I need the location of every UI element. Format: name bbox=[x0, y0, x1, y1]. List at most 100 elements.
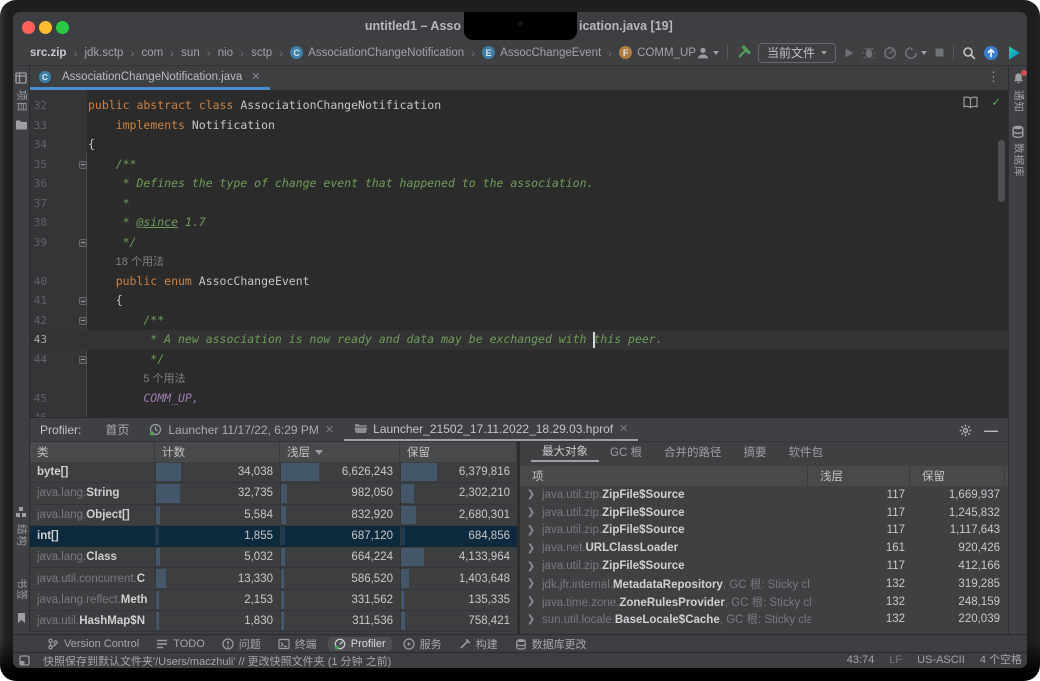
close-tab-icon[interactable]: ✕ bbox=[619, 422, 628, 435]
tab-options-icon[interactable]: ⋮ bbox=[987, 69, 1000, 85]
breadcrumb-item[interactable]: com bbox=[141, 47, 163, 59]
expand-chevron-icon[interactable]: ❯ bbox=[520, 596, 542, 607]
expand-chevron-icon[interactable]: ❯ bbox=[520, 578, 542, 589]
toolbar-item-version-control[interactable]: Version Control bbox=[41, 637, 145, 651]
object-table-row[interactable]: ❯java.time.zone.ZoneRulesProvider, GC 根:… bbox=[520, 593, 1008, 611]
toolbar-item-数据库更改[interactable]: 数据库更改 bbox=[509, 635, 593, 653]
column-header[interactable]: 浅层 bbox=[808, 466, 910, 486]
editor-scrollbar[interactable] bbox=[998, 140, 1005, 202]
sidebar-item-database[interactable]: 数据库 bbox=[1013, 143, 1024, 178]
breadcrumb-item[interactable]: src.zip bbox=[30, 47, 66, 59]
toolwindow-switcher-icon[interactable] bbox=[19, 655, 30, 666]
class-table-row[interactable]: int[]1,855687,120684,856 bbox=[30, 526, 517, 547]
toolbar-item-问题[interactable]: 问题 bbox=[216, 635, 267, 653]
expand-chevron-icon[interactable]: ❯ bbox=[520, 525, 542, 536]
code-with-me-icon[interactable] bbox=[1006, 45, 1022, 61]
expand-chevron-icon[interactable]: ❯ bbox=[520, 507, 542, 518]
hide-panel-icon[interactable]: — bbox=[984, 425, 998, 435]
bookmark-icon[interactable] bbox=[16, 612, 27, 624]
class-table-row[interactable]: byte[]34,0386,626,2436,379,816 bbox=[30, 462, 517, 483]
class-table-row[interactable]: java.util.concurrent.C13,330586,5201,403… bbox=[30, 568, 517, 589]
fold-marker-icon[interactable] bbox=[79, 297, 87, 305]
detail-tab[interactable]: 最大对象 bbox=[531, 442, 599, 462]
profiler-tab-home[interactable]: 首页 bbox=[95, 418, 139, 441]
fold-marker-icon[interactable] bbox=[79, 161, 87, 169]
column-header[interactable]: 保留 bbox=[910, 466, 1005, 486]
column-header[interactable]: 浅层 bbox=[280, 442, 400, 462]
debug-button[interactable] bbox=[862, 46, 876, 60]
object-table-row[interactable]: ❯java.util.zip.ZipFile$Source1171,117,64… bbox=[520, 522, 1008, 540]
sidebar-item-bookmarks[interactable]: 书签 bbox=[16, 578, 27, 601]
project-tab-icon[interactable] bbox=[15, 72, 27, 84]
class-table-row[interactable]: java.lang.reflect.Meth2,153331,562135,33… bbox=[30, 590, 517, 611]
expand-chevron-icon[interactable]: ❯ bbox=[520, 561, 542, 572]
object-table-row[interactable]: ❯java.util.zip.ZipFile$Source1171,669,93… bbox=[520, 486, 1008, 504]
run-configuration-select[interactable]: 当前文件 bbox=[758, 43, 836, 63]
object-table-row[interactable]: ❯java.util.zip.ZipFile$Source117412,166 bbox=[520, 557, 1008, 575]
breadcrumb-item[interactable]: CAssociationChangeNotification bbox=[290, 46, 464, 59]
run-button[interactable] bbox=[843, 47, 855, 59]
usages-inlay-hint[interactable]: 18 个用法 bbox=[116, 256, 164, 268]
fold-marker-icon[interactable] bbox=[79, 239, 87, 247]
sidebar-item-notifications[interactable]: 通知 bbox=[1013, 90, 1024, 113]
profiler-tab-hprof[interactable]: Launcher_21502_17.11.2022_18.29.03.hprof… bbox=[344, 418, 638, 441]
notifications-bell-icon[interactable] bbox=[1012, 72, 1025, 85]
database-icon[interactable] bbox=[1012, 125, 1024, 138]
column-header[interactable]: 项 bbox=[520, 466, 808, 486]
file-encoding[interactable]: US-ASCII bbox=[917, 653, 965, 669]
object-table-row[interactable]: ❯java.net.URLClassLoader161920,426 bbox=[520, 539, 1008, 557]
close-window-button[interactable] bbox=[22, 21, 35, 34]
zoom-window-button[interactable] bbox=[56, 21, 69, 34]
expand-chevron-icon[interactable]: ❯ bbox=[520, 614, 542, 625]
detail-tab[interactable]: 合并的路径 bbox=[653, 442, 733, 462]
sidebar-item-project[interactable]: 项目 bbox=[16, 90, 27, 113]
fold-marker-icon[interactable] bbox=[79, 317, 87, 325]
class-table-row[interactable]: java.lang.Object[]5,584832,9202,680,301 bbox=[30, 505, 517, 526]
column-header[interactable]: 计数 bbox=[155, 442, 280, 462]
user-profile-icon[interactable] bbox=[696, 46, 719, 60]
stop-button[interactable] bbox=[934, 47, 945, 58]
editor-tab[interactable]: C AssociationChangeNotification.java ✕ bbox=[30, 66, 270, 90]
close-tab-icon[interactable]: ✕ bbox=[251, 70, 260, 83]
line-separator[interactable]: LF bbox=[889, 653, 902, 669]
class-table-row[interactable]: java.util.HashMap$N1,830311,536758,421 bbox=[30, 611, 517, 632]
detail-tab[interactable]: 软件包 bbox=[777, 442, 834, 462]
profiler-settings-icon[interactable] bbox=[959, 424, 972, 437]
search-everywhere-icon[interactable] bbox=[962, 46, 976, 60]
class-table-row[interactable]: java.lang.Class5,032664,2244,133,964 bbox=[30, 547, 517, 568]
minimize-window-button[interactable] bbox=[39, 21, 52, 34]
build-hammer-icon[interactable] bbox=[736, 45, 751, 60]
detail-tab[interactable]: GC 根 bbox=[599, 442, 653, 462]
breadcrumb-item[interactable]: jdk.sctp bbox=[84, 47, 123, 59]
toolbar-item-终端[interactable]: 终端 bbox=[272, 635, 323, 653]
structure-icon[interactable] bbox=[15, 506, 27, 518]
expand-chevron-icon[interactable]: ❯ bbox=[520, 543, 542, 554]
fold-marker-icon[interactable] bbox=[79, 356, 87, 364]
indent-style[interactable]: 4 个空格 bbox=[980, 653, 1022, 669]
detail-tab[interactable]: 摘要 bbox=[732, 442, 777, 462]
profiler-tab-launcher[interactable]: Launcher 11/17/22, 6:29 PM ✕ bbox=[139, 418, 344, 441]
object-table-row[interactable]: ❯jdk.jfr.internal.MetadataRepository, GC… bbox=[520, 575, 1008, 593]
toolbar-item-服务[interactable]: 服务 bbox=[397, 635, 448, 653]
close-tab-icon[interactable]: ✕ bbox=[325, 423, 334, 436]
breadcrumb-item[interactable]: nio bbox=[218, 47, 233, 59]
column-header[interactable]: 类 bbox=[30, 442, 155, 462]
object-table-row[interactable]: ❯java.util.zip.ZipFile$Source1171,245,83… bbox=[520, 504, 1008, 522]
column-header[interactable]: 保留 bbox=[400, 442, 517, 462]
class-table-row[interactable]: java.lang.String32,735982,0502,302,210 bbox=[30, 483, 517, 504]
breadcrumb-item[interactable]: sun bbox=[181, 47, 200, 59]
ide-update-icon[interactable] bbox=[983, 45, 999, 61]
breadcrumb-item[interactable]: EAssocChangeEvent bbox=[482, 46, 601, 59]
coverage-button[interactable] bbox=[904, 46, 927, 60]
breadcrumb-item[interactable]: sctp bbox=[251, 47, 272, 59]
reader-mode-icon[interactable] bbox=[963, 96, 978, 109]
inspections-ok-icon[interactable]: ✓ bbox=[992, 95, 1000, 110]
profiler-run-button[interactable] bbox=[883, 46, 897, 60]
caret-position[interactable]: 43:74 bbox=[847, 653, 875, 669]
breadcrumb-item[interactable]: FCOMM_UP bbox=[619, 46, 696, 59]
toolbar-item-构建[interactable]: 构建 bbox=[453, 635, 504, 653]
object-table-row[interactable]: ❯sun.util.locale.BaseLocale$Cache, GC 根:… bbox=[520, 611, 1008, 629]
toolbar-item-todo[interactable]: TODO bbox=[150, 637, 211, 651]
toolbar-item-profiler[interactable]: Profiler bbox=[328, 637, 392, 651]
expand-chevron-icon[interactable]: ❯ bbox=[520, 489, 542, 500]
